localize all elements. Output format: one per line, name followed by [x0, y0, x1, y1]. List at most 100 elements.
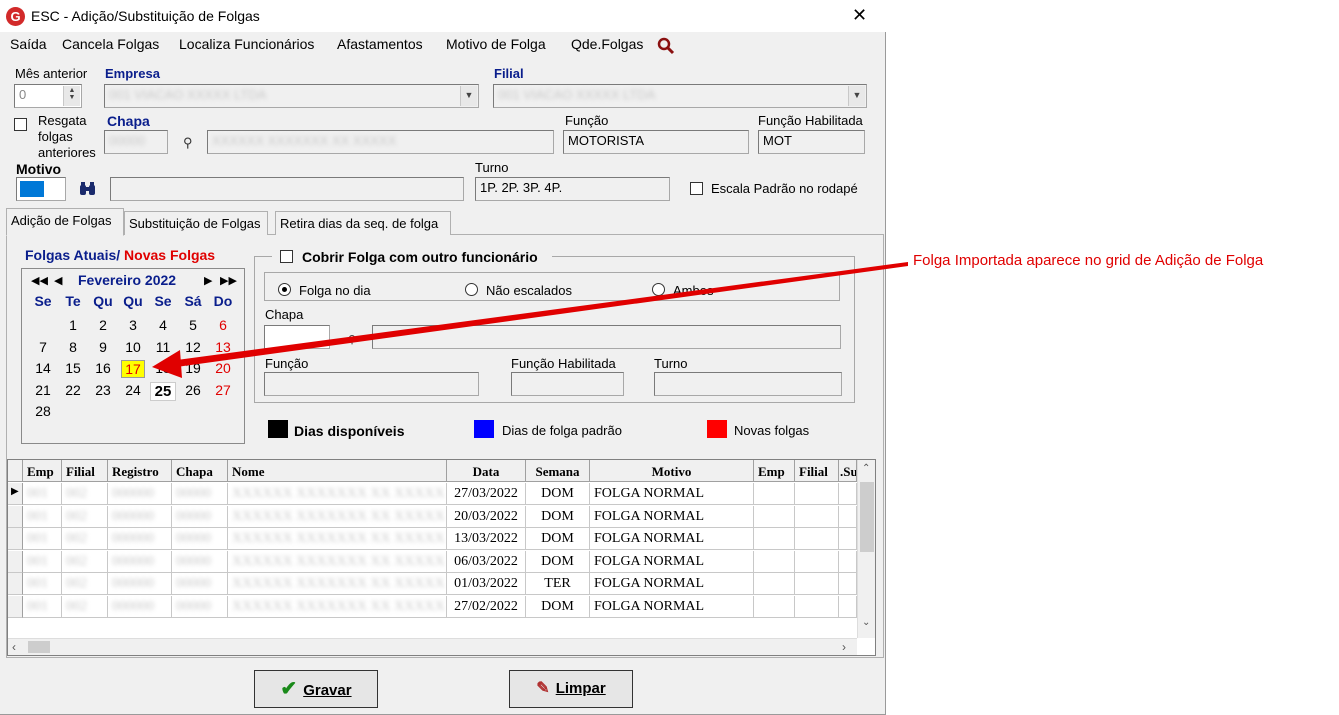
grid-cell-empty[interactable]: [754, 595, 795, 618]
grid-header[interactable]: Nome: [228, 460, 447, 482]
close-icon[interactable]: ✕: [852, 5, 867, 26]
grid-cell-empty[interactable]: [754, 483, 795, 505]
calendar-day[interactable]: 7: [28, 339, 58, 355]
calendar-day[interactable]: 16: [88, 360, 118, 376]
calendar-day[interactable]: 5: [178, 317, 208, 333]
grid-cell-nome[interactable]: XXXXXX XXXXXXX XX XXXXX: [228, 595, 447, 618]
grid-cell-empty[interactable]: [795, 483, 839, 505]
calendar-day[interactable]: 22: [58, 382, 88, 398]
grid-cell-empty[interactable]: [754, 550, 795, 573]
grid-header[interactable]: Emp: [754, 460, 795, 482]
grid-cell-data[interactable]: 01/03/2022: [447, 573, 526, 595]
calendar-day[interactable]: 14: [28, 360, 58, 376]
grid-cell-empty[interactable]: [754, 505, 795, 528]
calendar-day[interactable]: 13: [208, 339, 238, 355]
grid-cell-filial[interactable]: 002: [62, 528, 108, 550]
calendar-day[interactable]: 4: [148, 317, 178, 333]
grid-cell-empty[interactable]: [795, 573, 839, 595]
menu-saida[interactable]: Saída: [10, 36, 47, 52]
radio-folga-no-dia[interactable]: [278, 283, 291, 296]
prev-year-icon[interactable]: ◀◀: [31, 274, 48, 287]
calendar-day[interactable]: 6: [208, 317, 238, 333]
grid-cell-empty[interactable]: [839, 550, 857, 573]
grid-cell-motivo[interactable]: FOLGA NORMAL: [590, 483, 754, 505]
grid-cell-motivo[interactable]: FOLGA NORMAL: [590, 573, 754, 595]
grid-cell-filial[interactable]: 002: [62, 550, 108, 573]
grid-cell-filial[interactable]: 002: [62, 573, 108, 595]
menu-localiza-funcionarios[interactable]: Localiza Funcionários: [179, 36, 314, 52]
empresa-select[interactable]: 001 VIACAO XXXXX LTDA ▼: [104, 84, 479, 108]
grid-cell-empty[interactable]: [839, 528, 857, 550]
calendar-day[interactable]: 9: [88, 339, 118, 355]
calendar-day[interactable]: 1: [58, 317, 88, 333]
grid-cell-chapa[interactable]: 00000: [172, 550, 228, 573]
calendar-day[interactable]: 20: [208, 360, 238, 376]
grid-cell-empty[interactable]: [795, 505, 839, 528]
chevron-down-icon[interactable]: ▼: [848, 86, 865, 106]
next-year-icon[interactable]: ▶▶: [220, 274, 237, 287]
grid-header[interactable]: Filial: [62, 460, 108, 482]
grid-header[interactable]: Semana: [526, 460, 590, 482]
grid-cell-chapa[interactable]: 00000: [172, 595, 228, 618]
calendar-day[interactable]: 12: [178, 339, 208, 355]
grid-cell-motivo[interactable]: FOLGA NORMAL: [590, 528, 754, 550]
calendar-day[interactable]: 19: [178, 360, 208, 376]
calendar-day[interactable]: 25: [150, 381, 176, 401]
grid-cell-emp[interactable]: 001: [23, 550, 62, 573]
grid-cell-registro[interactable]: 000000: [108, 483, 172, 505]
grid-cell-emp[interactable]: 001: [23, 505, 62, 528]
grid-cell-data[interactable]: 27/03/2022: [447, 483, 526, 505]
calendar-day[interactable]: 2: [88, 317, 118, 333]
scroll-h-thumb[interactable]: [28, 641, 50, 653]
limpar-button[interactable]: ✎ Limpar: [509, 670, 633, 708]
grid-cell-nome[interactable]: XXXXXX XXXXXXX XX XXXXX: [228, 505, 447, 528]
grid-cell-semana[interactable]: TER: [526, 573, 590, 595]
grid-header[interactable]: Motivo: [590, 460, 754, 482]
calendar[interactable]: ◀◀ ◀ Fevereiro 2022 ▶ ▶▶ Se Te Qu Qu Se Sá Do 1…: [21, 268, 245, 444]
vertical-scrollbar[interactable]: ⌃ ⌄: [857, 460, 875, 638]
grid-cell-motivo[interactable]: FOLGA NORMAL: [590, 595, 754, 618]
cobrir-chapa-input[interactable]: [264, 325, 330, 349]
binoculars-icon[interactable]: ⚲: [348, 333, 356, 346]
grid-cell-semana[interactable]: DOM: [526, 550, 590, 573]
prev-month-icon[interactable]: ◀: [54, 274, 62, 287]
calendar-day[interactable]: 15: [58, 360, 88, 376]
grid-cell-semana[interactable]: DOM: [526, 505, 590, 528]
grid-cell-emp[interactable]: 001: [23, 483, 62, 505]
grid-header[interactable]: Chapa: [172, 460, 228, 482]
grid-cell-filial[interactable]: 002: [62, 505, 108, 528]
calendar-day[interactable]: 28: [28, 403, 58, 419]
calendar-day[interactable]: 23: [88, 382, 118, 398]
grid-cell-filial[interactable]: 002: [62, 483, 108, 505]
grid-cell-empty[interactable]: [839, 505, 857, 528]
grid-cell-filial[interactable]: 002: [62, 595, 108, 618]
calendar-day[interactable]: 10: [118, 339, 148, 355]
grid-cell-nome[interactable]: XXXXXX XXXXXXX XX XXXXX: [228, 550, 447, 573]
grid-cell-data[interactable]: 27/02/2022: [447, 595, 526, 618]
row-indicator[interactable]: ▶: [8, 483, 23, 505]
tab-substituicao-de-folgas[interactable]: Substituição de Folgas: [124, 211, 268, 235]
grid-cell-empty[interactable]: [795, 595, 839, 618]
resgata-folgas-checkbox[interactable]: [14, 118, 27, 131]
menu-qde-folgas[interactable]: Qde.Folgas: [571, 36, 643, 52]
radio-ambos[interactable]: [652, 283, 665, 296]
grid-cell-empty[interactable]: [839, 595, 857, 618]
row-indicator[interactable]: [8, 595, 23, 618]
search-icon[interactable]: [657, 37, 675, 55]
grid-cell-semana[interactable]: DOM: [526, 528, 590, 550]
calendar-day[interactable]: 24: [118, 382, 148, 398]
chevron-down-icon[interactable]: ▼: [460, 86, 477, 106]
grid-header[interactable]: Data: [447, 460, 526, 482]
binoculars-icon[interactable]: [79, 181, 97, 197]
grid-cell-emp[interactable]: 001: [23, 573, 62, 595]
grid-cell-empty[interactable]: [839, 483, 857, 505]
grid-cell-emp[interactable]: 001: [23, 595, 62, 618]
binoculars-icon[interactable]: ⚲: [183, 135, 193, 151]
cobrir-folga-checkbox[interactable]: [280, 250, 293, 263]
stepper-arrows-icon[interactable]: ▲ ▼: [63, 86, 80, 106]
calendar-day[interactable]: 18: [148, 360, 178, 376]
grid-cell-nome[interactable]: XXXXXX XXXXXXX XX XXXXX: [228, 483, 447, 505]
grid-header[interactable]: Registro: [108, 460, 172, 482]
tab-retira-dias[interactable]: Retira dias da seq. de folga: [275, 211, 451, 235]
grid-cell-emp[interactable]: 001: [23, 528, 62, 550]
